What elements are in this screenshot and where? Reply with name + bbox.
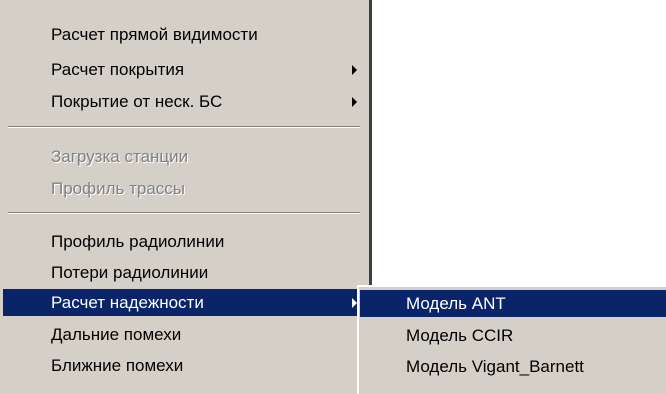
submenu-arrow-icon — [352, 65, 357, 75]
menu-item-far-interference[interactable]: Дальние помехи — [3, 321, 369, 348]
menu-item-coverage[interactable]: Расчет покрытия — [3, 56, 369, 83]
menu-item-label: Загрузка станции — [51, 147, 189, 166]
menu-item-near-interference[interactable]: Ближние помехи — [3, 352, 369, 379]
submenu-item-vigant-barnett-model[interactable]: Модель Vigant_Barnett — [360, 353, 666, 380]
submenu-item-ccir-model[interactable]: Модель CCIR — [360, 322, 666, 349]
menu-item-radio-link-profile[interactable]: Профиль радиолинии — [3, 228, 369, 255]
submenu-item-label: Модель Vigant_Barnett — [406, 357, 584, 376]
menu-item-label: Расчет надежности — [51, 293, 204, 312]
context-menu: Расчет прямой видимости Расчет покрытия … — [0, 0, 372, 394]
menu-item-label: Покрытие от неск. БС — [51, 92, 223, 111]
menu-item-label: Профиль радиолинии — [51, 232, 225, 251]
menu-item-label: Ближние помехи — [51, 356, 184, 375]
menu-item-line-of-sight[interactable]: Расчет прямой видимости — [3, 21, 369, 48]
submenu-item-ant-model[interactable]: Модель ANT — [360, 290, 666, 317]
menu-item-label: Дальние помехи — [51, 325, 182, 344]
menu-item-path-profile[interactable]: Профиль трассы — [3, 175, 369, 202]
menu-item-multi-bs-coverage[interactable]: Покрытие от неск. БС — [3, 88, 369, 115]
submenu-item-label: Модель ANT — [406, 294, 506, 313]
menu-item-label: Расчет покрытия — [51, 60, 185, 79]
menu-item-label: Профиль трассы — [51, 179, 186, 198]
menu-item-radio-link-loss[interactable]: Потери радиолинии — [3, 259, 369, 286]
menu-item-label: Расчет прямой видимости — [51, 25, 258, 44]
menu-separator — [8, 212, 360, 214]
menu-item-label: Потери радиолинии — [51, 263, 209, 282]
menu-item-reliability[interactable]: Расчет надежности — [3, 289, 369, 316]
menu-item-station-load[interactable]: Загрузка станции — [3, 143, 369, 170]
reliability-submenu: Модель ANT Модель CCIR Модель Vigant_Bar… — [357, 285, 666, 394]
submenu-arrow-icon — [352, 97, 357, 107]
submenu-item-label: Модель CCIR — [406, 326, 514, 345]
menu-separator — [8, 126, 360, 128]
